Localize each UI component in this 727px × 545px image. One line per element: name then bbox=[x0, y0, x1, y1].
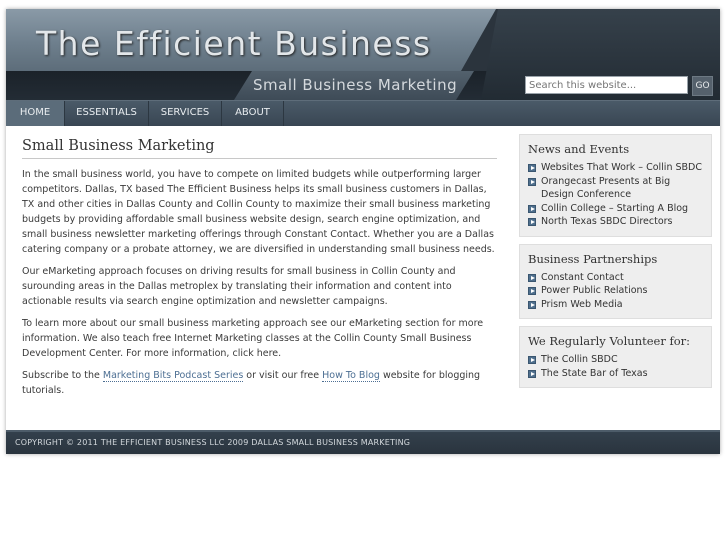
main-content: Small Business Marketing In the small bu… bbox=[22, 138, 497, 405]
nav-item-essentials[interactable]: ESSENTIALS bbox=[65, 101, 149, 126]
volunteer-item-label[interactable]: The State Bar of Texas bbox=[541, 368, 648, 379]
news-item-label[interactable]: North Texas SBDC Directors bbox=[541, 216, 673, 227]
search-button[interactable]: GO bbox=[692, 76, 713, 96]
volunteer-widget-title: We Regularly Volunteer for: bbox=[528, 334, 691, 348]
arrow-bullet-icon bbox=[528, 218, 536, 226]
news-widget: News and Events Websites That Work – Col… bbox=[519, 134, 712, 237]
partnerships-widget-title: Business Partnerships bbox=[528, 251, 658, 266]
arrow-bullet-icon bbox=[528, 287, 536, 295]
subscribe-paragraph: Subscribe to the Marketing Bits Podcast … bbox=[22, 368, 497, 398]
search-input[interactable] bbox=[525, 76, 688, 94]
partner-item-label[interactable]: Power Public Relations bbox=[541, 285, 648, 296]
site-tagline: Small Business Marketing bbox=[253, 76, 458, 94]
emarketing-paragraph: Our eMarketing approach focuses on drivi… bbox=[22, 266, 456, 307]
news-item[interactable]: Websites That Work – Collin SBDC bbox=[528, 161, 703, 175]
partnerships-widget: Business Partnerships Constant Contact P… bbox=[519, 243, 712, 319]
arrow-bullet-icon bbox=[528, 369, 536, 378]
nav-item-services[interactable]: SERVICES bbox=[149, 101, 222, 126]
volunteer-widget: We Regularly Volunteer for: The Collin S… bbox=[519, 326, 712, 388]
news-item-label[interactable]: Collin College – Starting A Blog bbox=[541, 203, 688, 214]
subscribe-text-before: Subscribe to the bbox=[22, 370, 103, 381]
partner-item[interactable]: Constant Contact bbox=[528, 271, 703, 285]
news-item[interactable]: Collin College – Starting A Blog bbox=[528, 202, 703, 216]
learn-more-paragraph: To learn more about our small business m… bbox=[22, 318, 484, 359]
site-footer: COPYRIGHT © 2011 THE EFFICIENT BUSINESS … bbox=[6, 430, 720, 454]
site-header: The Efficient Business Small Business Ma… bbox=[6, 9, 720, 100]
site-title[interactable]: The Efficient Business bbox=[36, 24, 432, 63]
volunteer-item[interactable]: The State Bar of Texas bbox=[528, 367, 703, 381]
footer-copyright: COPYRIGHT © 2011 THE EFFICIENT BUSINESS … bbox=[15, 438, 411, 447]
main-nav: HOME ESSENTIALS SERVICES ABOUT bbox=[6, 100, 720, 126]
news-item[interactable]: North Texas SBDC Directors bbox=[528, 215, 703, 229]
volunteer-item-label[interactable]: The Collin SBDC bbox=[541, 354, 618, 365]
news-item-label[interactable]: Orangecast Presents at Big Design Confer… bbox=[541, 176, 670, 201]
volunteer-item[interactable]: The Collin SBDC bbox=[528, 353, 703, 367]
page-title: Small Business Marketing bbox=[22, 138, 497, 159]
partner-item[interactable]: Power Public Relations bbox=[528, 284, 703, 298]
news-widget-title: News and Events bbox=[528, 142, 630, 156]
subscribe-text-middle: or visit our free bbox=[243, 370, 323, 381]
nav-item-about[interactable]: ABOUT bbox=[222, 101, 284, 126]
nav-item-home[interactable]: HOME bbox=[6, 101, 65, 126]
news-item[interactable]: Orangecast Presents at Big Design Confer… bbox=[528, 175, 703, 202]
intro-paragraph: In the small business world, you have to… bbox=[22, 169, 495, 255]
arrow-bullet-icon bbox=[528, 204, 536, 213]
podcast-link[interactable]: Marketing Bits Podcast Series bbox=[102, 370, 244, 382]
arrow-bullet-icon bbox=[528, 300, 536, 309]
arrow-bullet-icon bbox=[528, 273, 536, 282]
sidebar: News and Events Websites That Work – Col… bbox=[519, 134, 712, 395]
content-area: Small Business Marketing In the small bu… bbox=[6, 126, 720, 430]
partner-item[interactable]: Prism Web Media bbox=[528, 298, 703, 312]
page-wrapper: The Efficient Business Small Business Ma… bbox=[6, 9, 720, 454]
arrow-bullet-icon bbox=[528, 356, 536, 364]
arrow-bullet-icon bbox=[528, 164, 536, 172]
arrow-bullet-icon bbox=[528, 177, 536, 186]
partner-item-label[interactable]: Prism Web Media bbox=[541, 299, 623, 310]
how-to-blog-link[interactable]: How To Blog bbox=[322, 370, 380, 382]
partner-item-label[interactable]: Constant Contact bbox=[541, 272, 624, 283]
news-item-label[interactable]: Websites That Work – Collin SBDC bbox=[541, 162, 702, 173]
